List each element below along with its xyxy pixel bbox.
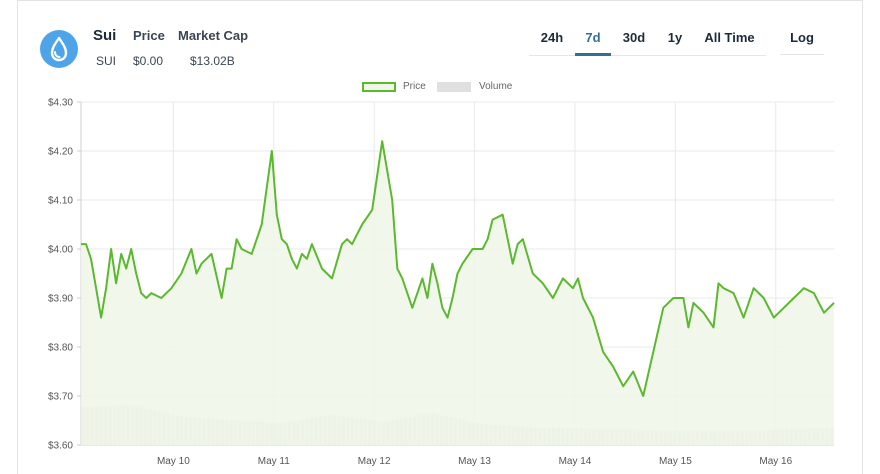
x-tick-label: May 15 — [659, 456, 692, 467]
price-chart: $4.30 $4.20 $4.10 $4.00 $3.90 $3.80 $3.70 $3.60… — [48, 98, 835, 467]
y-tick-label: $4.20 — [48, 147, 73, 158]
x-tick-label: May 14 — [559, 456, 592, 467]
x-tick-label: May 11 — [258, 456, 290, 467]
y-tick-label: $4.00 — [48, 245, 73, 256]
x-tick-label: May 12 — [358, 456, 391, 467]
x-tick-label: May 13 — [458, 456, 491, 467]
y-tick-label: $3.80 — [48, 343, 73, 354]
price-area — [81, 141, 834, 445]
x-tick-label: May 16 — [759, 456, 792, 467]
y-tick-label: $4.10 — [48, 196, 73, 207]
y-tick-label: $3.60 — [48, 441, 73, 452]
x-tick-label: May 10 — [157, 456, 190, 467]
y-tick-label: $3.90 — [48, 294, 73, 305]
y-tick-label: $3.70 — [48, 392, 73, 403]
y-tick-label: $4.30 — [48, 98, 73, 109]
